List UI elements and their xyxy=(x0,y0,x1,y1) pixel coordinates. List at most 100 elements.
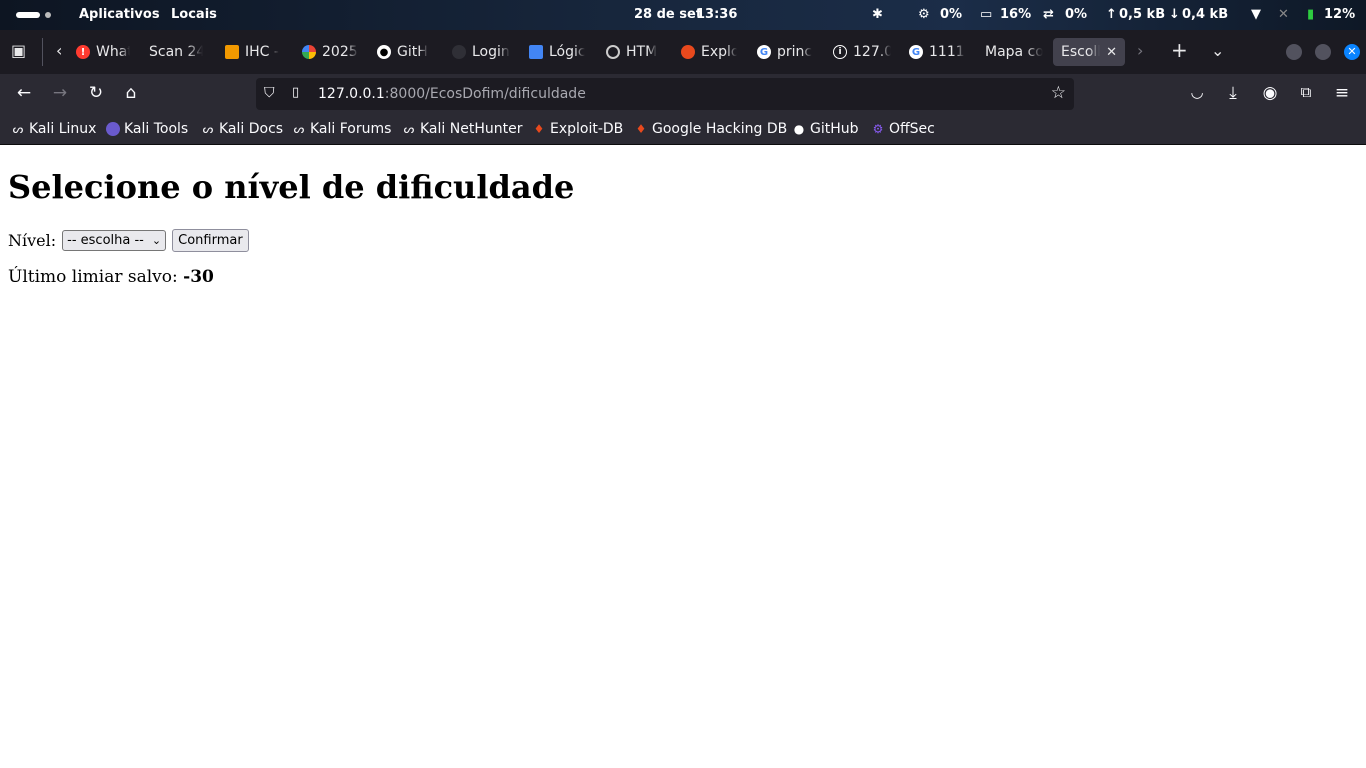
cpu-icon: ⚙ xyxy=(918,7,930,22)
firefox-view-icon[interactable]: ▣ xyxy=(11,41,26,60)
tracking-shield-icon[interactable]: ⛉ xyxy=(264,85,275,101)
exploit-db-icon xyxy=(681,45,695,59)
kali-dragon-icon: ᔕ xyxy=(293,122,305,136)
battery-level[interactable]: 12% xyxy=(1324,7,1355,22)
new-tab-icon[interactable]: + xyxy=(1171,38,1188,62)
navigation-toolbar: ← → ↻ ⌂ ⛉ ▯ 127.0.0.1:8000/EcosDofim/dif… xyxy=(0,74,1366,114)
bookmark-google-hacking-db[interactable]: ♦ Google Hacking DB xyxy=(634,121,788,137)
memory-usage: 16% xyxy=(1000,7,1032,22)
page-icon xyxy=(452,45,466,59)
whatsapp-icon: ! xyxy=(76,45,90,59)
tab-logica[interactable]: Lógic xyxy=(529,38,585,66)
tab-html[interactable]: HTM xyxy=(606,38,662,66)
menu-hamburger-icon[interactable]: ≡ xyxy=(1331,83,1353,103)
system-top-bar: Aplicativos Locais 28 de set 13:36 ✱ ⚙ 0… xyxy=(0,0,1366,30)
forward-arrow-icon[interactable]: → xyxy=(49,83,71,103)
wifi-icon[interactable]: ▼ xyxy=(1251,7,1261,22)
kali-dragon-icon: ᔕ xyxy=(12,122,24,136)
net-upload: 0,5 kB xyxy=(1119,7,1166,22)
github-icon: ● xyxy=(377,45,391,59)
pocket-icon[interactable]: ◡ xyxy=(1186,83,1208,101)
exploit-db-icon: ♦ xyxy=(635,122,647,136)
scroll-tabs-left-icon[interactable]: ‹ xyxy=(56,41,62,60)
download-arrow-icon: ↓ xyxy=(1169,7,1180,22)
bookmark-kali-tools[interactable]: Kali Tools xyxy=(106,121,188,137)
scroll-tabs-right-icon[interactable]: › xyxy=(1137,41,1143,60)
bookmark-star-icon[interactable]: ☆ xyxy=(1051,83,1066,103)
tab-login[interactable]: Login xyxy=(452,38,510,66)
tab-ihc[interactable]: IHC - xyxy=(225,38,283,66)
cpu-usage: 0% xyxy=(940,7,963,22)
tab-whatsapp[interactable]: ! What xyxy=(76,38,130,66)
workspace-indicator-active[interactable] xyxy=(16,12,40,18)
close-window-icon[interactable]: ✕ xyxy=(1344,44,1360,60)
reload-icon[interactable]: ↻ xyxy=(85,83,107,103)
page-info-icon[interactable]: ▯ xyxy=(292,85,299,100)
google-icon: G xyxy=(909,45,923,59)
bookmark-exploit-db[interactable]: ♦ Exploit-DB xyxy=(532,121,624,137)
saved-value: -30 xyxy=(183,267,214,287)
classroom-icon xyxy=(529,45,543,59)
google-icon: G xyxy=(757,45,771,59)
downloads-icon[interactable]: ⤓ xyxy=(1222,83,1244,103)
minimize-window-icon[interactable] xyxy=(1286,44,1302,60)
upload-arrow-icon: ↑ xyxy=(1106,7,1117,22)
tab-localhost[interactable]: i 127.0 xyxy=(833,38,891,66)
slides-icon xyxy=(225,45,239,59)
volume-muted-icon[interactable]: ✕ xyxy=(1278,7,1289,22)
saved-label: Último limiar salvo: xyxy=(8,267,178,287)
bookmark-kali-forums[interactable]: ᔕ Kali Forums xyxy=(292,121,392,137)
tab-mapa[interactable]: Mapa co xyxy=(985,38,1043,66)
url-text[interactable]: 127.0.0.1:8000/EcosDofim/dificuldade xyxy=(318,86,586,102)
swap-usage: 0% xyxy=(1065,7,1088,22)
maximize-window-icon[interactable] xyxy=(1315,44,1331,60)
swap-icon: ⇄ xyxy=(1043,7,1054,22)
openai-icon xyxy=(606,45,620,59)
bookmark-kali-docs[interactable]: ᔕ Kali Docs xyxy=(201,121,283,137)
tab-scan[interactable]: Scan 24 xyxy=(149,38,203,66)
applications-menu[interactable]: Aplicativos xyxy=(79,7,160,22)
tab-github[interactable]: ● GitH xyxy=(377,38,433,66)
level-label: Nível: xyxy=(8,231,57,250)
close-tab-icon[interactable]: ✕ xyxy=(1106,45,1117,60)
tab-google-princ[interactable]: G princ xyxy=(757,38,815,66)
info-icon: i xyxy=(833,45,847,59)
difficulty-form: Nível: -- escolha -- ⌄ Confirmar xyxy=(8,229,249,252)
bluetooth-icon[interactable]: ✱ xyxy=(872,7,883,22)
places-menu[interactable]: Locais xyxy=(171,7,217,22)
page-content: Selecione o nível de dificuldade Nível: … xyxy=(0,146,1366,768)
page-title: Selecione o nível de dificuldade xyxy=(8,168,575,206)
exploit-db-icon: ♦ xyxy=(533,122,545,136)
account-icon[interactable]: ◉ xyxy=(1259,83,1281,103)
tab-exploit[interactable]: Explo xyxy=(681,38,737,66)
tab-google-11111[interactable]: G 11111 xyxy=(909,38,965,66)
extensions-icon[interactable]: ⧉ xyxy=(1295,83,1317,101)
bookmark-github[interactable]: ● GitHub xyxy=(792,121,859,137)
tab-divider xyxy=(42,38,43,66)
bookmark-offsec[interactable]: ⚙ OffSec xyxy=(871,121,935,137)
clock-date[interactable]: 28 de set xyxy=(634,7,702,22)
tab-escolha-active[interactable]: Escolh ✕ xyxy=(1053,38,1125,66)
back-arrow-icon[interactable]: ← xyxy=(13,83,35,103)
tab-2025[interactable]: 2025 xyxy=(302,38,358,66)
clock-time[interactable]: 13:36 xyxy=(696,7,737,22)
kali-dragon-icon: ᔕ xyxy=(403,122,415,136)
kali-dragon-icon: ᔕ xyxy=(202,122,214,136)
confirm-button[interactable]: Confirmar xyxy=(172,229,249,252)
difficulty-select[interactable]: -- escolha -- ⌄ xyxy=(62,230,167,251)
net-download: 0,4 kB xyxy=(1182,7,1229,22)
offsec-icon: ⚙ xyxy=(872,122,884,136)
list-all-tabs-icon[interactable]: ⌄ xyxy=(1211,41,1224,60)
bookmark-kali-linux[interactable]: ᔕ Kali Linux xyxy=(11,121,97,137)
address-bar[interactable]: ⛉ ▯ 127.0.0.1:8000/EcosDofim/dificuldade… xyxy=(256,78,1074,110)
select-value: -- escolha -- xyxy=(67,233,144,248)
workspace-indicator[interactable] xyxy=(45,12,51,18)
last-saved-threshold: Último limiar salvo: -30 xyxy=(8,267,214,287)
kali-tools-icon xyxy=(106,122,120,136)
battery-icon[interactable]: ▮ xyxy=(1307,7,1314,22)
bookmark-kali-nethunter[interactable]: ᔕ Kali NetHunter xyxy=(402,121,523,137)
bookmarks-toolbar: ᔕ Kali Linux Kali Tools ᔕ Kali Docs ᔕ Kali … xyxy=(0,114,1366,145)
github-icon: ● xyxy=(793,122,805,136)
home-icon[interactable]: ⌂ xyxy=(120,83,142,103)
memory-icon: ▭ xyxy=(980,7,993,22)
